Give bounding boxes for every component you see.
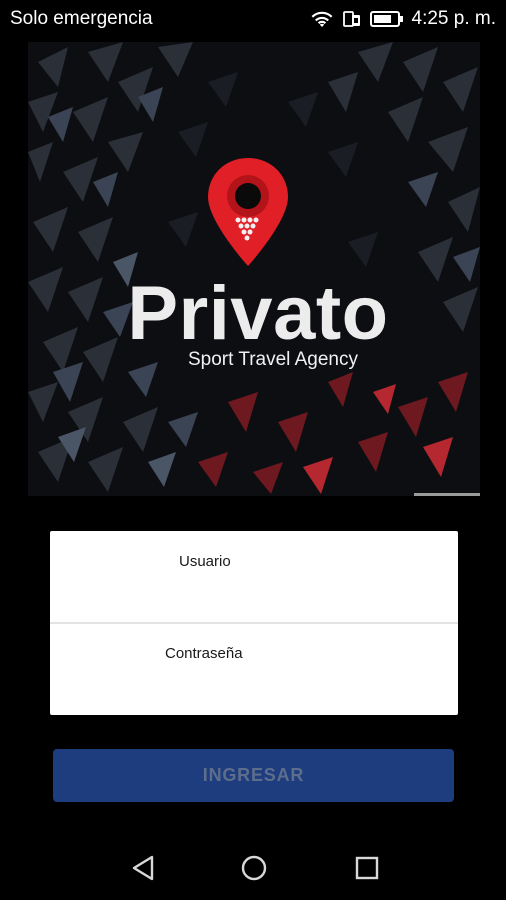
clock: 4:25 p. m. [411,8,497,29]
brand-banner: Privato Sport Travel Agency [28,42,480,496]
brand-subtitle: Sport Travel Agency [187,349,359,370]
wifi-icon [310,9,334,29]
status-icons: 4:25 p. m. [310,8,497,30]
carrier-text: Solo emergencia [10,8,153,29]
username-input[interactable] [50,531,458,622]
home-icon[interactable] [236,850,272,886]
username-field-container: Usuario [50,531,458,622]
location-pin-icon [208,158,288,266]
password-field-container: Contraseña [50,623,458,714]
login-form: Usuario Contraseña [50,531,458,715]
recents-icon[interactable] [349,850,385,886]
scroll-indicator [414,493,480,496]
brand-title: Privato [127,271,389,356]
navigation-bar [0,830,506,900]
battery-icon [369,10,404,28]
status-bar: Solo emergencia 4:25 p. m. [0,0,506,38]
brand-logo: Privato Sport Travel Agency [28,42,480,496]
password-input[interactable] [50,623,458,714]
sim-card-icon [342,9,362,29]
back-icon[interactable] [126,850,162,886]
login-button[interactable]: INGRESAR [53,749,454,802]
